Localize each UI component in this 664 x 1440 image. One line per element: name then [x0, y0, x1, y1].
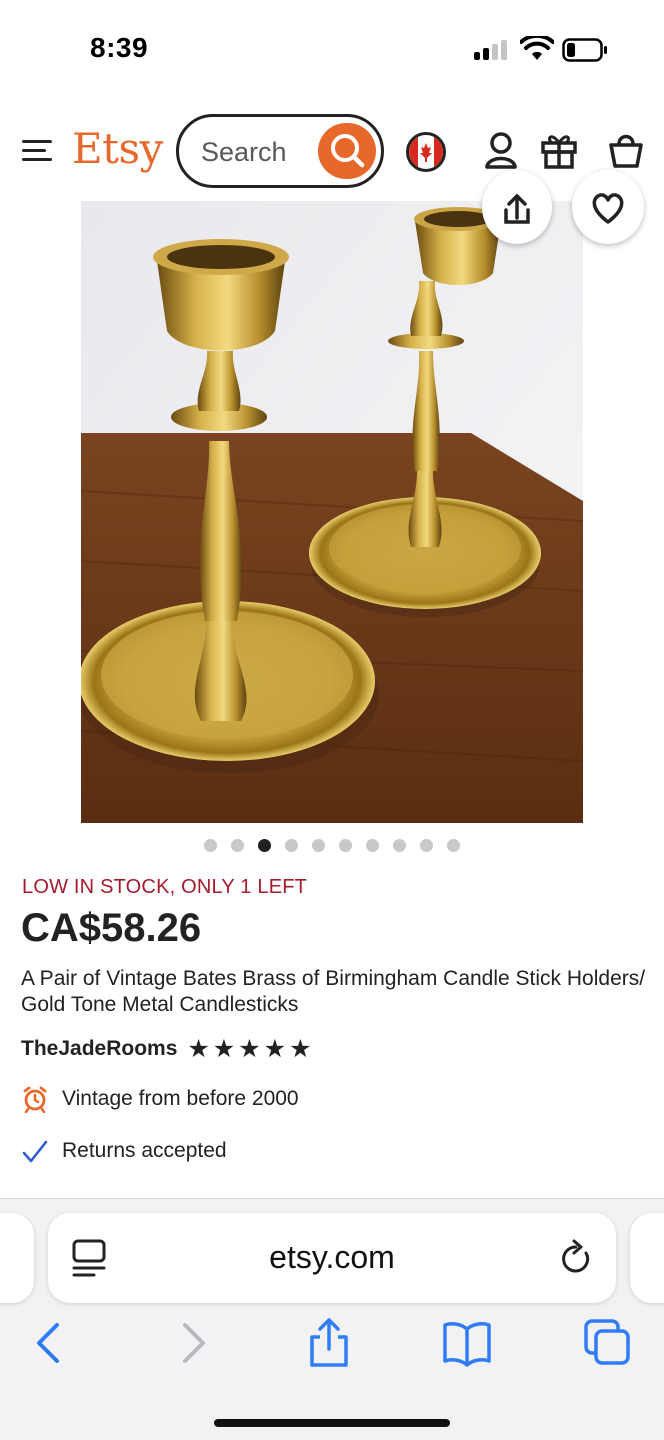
back-icon[interactable] — [26, 1317, 76, 1369]
address-bar[interactable]: etsy.com — [48, 1213, 616, 1303]
product-price: CA$58.26 — [21, 906, 202, 950]
wifi-icon — [520, 36, 554, 60]
shop-info[interactable]: TheJadeRooms ★ ★ ★ ★ ★ — [21, 1034, 311, 1064]
pagination-dot[interactable] — [231, 839, 244, 852]
favorite-button[interactable] — [572, 170, 644, 244]
feature-text: Vintage from before 2000 — [62, 1087, 299, 1110]
stock-notice: LOW IN STOCK, ONLY 1 LEFT — [22, 876, 308, 898]
star-icon: ★ — [263, 1034, 287, 1063]
cellular-signal-icon — [474, 40, 510, 60]
pagination-dot[interactable] — [393, 839, 406, 852]
forward-icon[interactable] — [166, 1317, 216, 1369]
site-header: Etsy Search — [0, 100, 664, 200]
search-bar[interactable]: Search — [176, 114, 384, 188]
gift-icon[interactable] — [540, 130, 578, 170]
checkmark-icon — [22, 1140, 48, 1163]
alarm-clock-icon — [23, 1086, 47, 1113]
status-time: 8:39 — [90, 32, 149, 63]
cart-icon[interactable] — [608, 130, 644, 170]
heart-icon — [592, 193, 624, 224]
battery-icon — [562, 38, 607, 62]
reload-icon[interactable] — [558, 1239, 594, 1277]
feature-vintage: Vintage from before 2000 — [22, 1084, 299, 1114]
pagination-dot[interactable] — [285, 839, 298, 852]
product-title: A Pair of Vintage Bates Brass of Birming… — [21, 967, 646, 1016]
pagination-dot[interactable] — [447, 839, 460, 852]
bookmarks-icon[interactable] — [442, 1317, 492, 1369]
share-button[interactable] — [482, 170, 552, 244]
pagination-dot[interactable] — [312, 839, 325, 852]
previous-tab-card[interactable] — [0, 1213, 34, 1303]
next-tab-card[interactable] — [630, 1213, 664, 1303]
feature-returns: Returns accepted — [22, 1136, 227, 1166]
search-button[interactable] — [318, 123, 376, 179]
etsy-logo[interactable]: Etsy — [72, 124, 163, 173]
search-input[interactable]: Search — [201, 137, 287, 168]
star-icon: ★ — [212, 1034, 236, 1063]
home-indicator[interactable] — [214, 1419, 450, 1427]
share-icon — [504, 194, 530, 224]
pagination-dot[interactable] — [420, 839, 433, 852]
tabs-icon[interactable] — [582, 1317, 632, 1369]
browser-toolbar: etsy.com — [0, 1198, 664, 1440]
share-icon[interactable] — [304, 1317, 354, 1369]
menu-icon[interactable] — [22, 138, 52, 164]
pagination-dot[interactable] — [204, 839, 217, 852]
user-icon[interactable] — [484, 130, 518, 170]
search-icon — [331, 134, 365, 168]
pagination-dot-active[interactable] — [258, 839, 271, 852]
feature-text: Returns accepted — [62, 1139, 227, 1162]
browser-nav — [0, 1317, 664, 1373]
pagination-dot[interactable] — [366, 839, 379, 852]
canada-flag-icon[interactable] — [406, 132, 446, 172]
star-icon: ★ — [289, 1034, 312, 1063]
star-icon: ★ — [238, 1034, 261, 1063]
star-icon: ★ — [187, 1034, 210, 1063]
rating-stars[interactable]: ★ ★ ★ ★ ★ — [187, 1034, 312, 1063]
pagination-dot[interactable] — [339, 839, 352, 852]
status-bar: 8:39 — [0, 0, 664, 100]
url-text[interactable]: etsy.com — [48, 1239, 616, 1276]
product-image[interactable] — [81, 201, 583, 823]
shop-name[interactable]: TheJadeRooms — [21, 1037, 177, 1061]
